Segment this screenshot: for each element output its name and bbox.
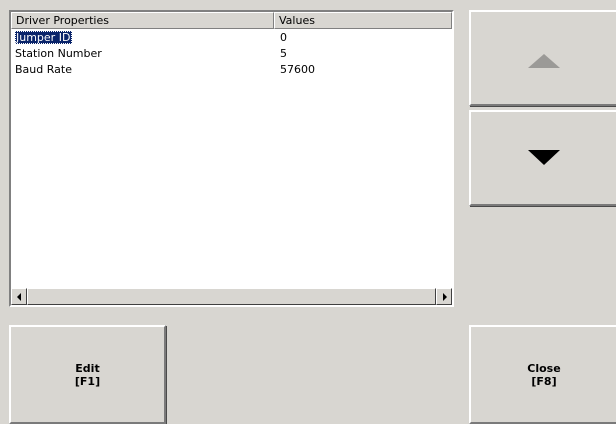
property-value: 5 bbox=[280, 47, 287, 60]
close-button-label: Close bbox=[527, 362, 561, 375]
column-header-values[interactable]: Values bbox=[274, 12, 452, 29]
scroll-down-button[interactable] bbox=[469, 110, 616, 206]
edit-button-text: Edit [F1] bbox=[11, 362, 164, 388]
close-button[interactable]: Close [F8] bbox=[469, 325, 616, 424]
scroll-left-button[interactable] bbox=[11, 288, 27, 305]
property-name: Baud Rate bbox=[15, 63, 72, 76]
edit-button-shortcut: [F1] bbox=[74, 375, 101, 388]
arrow-left-icon bbox=[17, 293, 21, 301]
arrow-right-icon bbox=[443, 293, 447, 301]
scroll-up-button[interactable] bbox=[469, 10, 616, 106]
property-value: 0 bbox=[280, 31, 287, 44]
column-header-values-label: Values bbox=[279, 14, 315, 27]
list-rows: Jumper ID 0 Station Number 5 Baud Rate 5… bbox=[11, 30, 452, 78]
list-row-jumper-id[interactable]: Jumper ID 0 bbox=[11, 30, 452, 46]
scroll-right-button[interactable] bbox=[436, 288, 452, 305]
selected-property-label: Jumper ID bbox=[15, 31, 73, 44]
list-row-baud-rate[interactable]: Baud Rate 57600 bbox=[11, 62, 452, 78]
scrollbar-track[interactable] bbox=[27, 288, 436, 305]
triangle-down-icon bbox=[528, 150, 560, 165]
list-header: Driver Properties Values bbox=[11, 12, 452, 29]
close-button-shortcut: [F8] bbox=[531, 375, 557, 388]
close-button-text: Close [F8] bbox=[471, 362, 616, 388]
property-name: Station Number bbox=[15, 47, 102, 60]
column-header-driver-properties[interactable]: Driver Properties bbox=[11, 12, 274, 29]
scrollbar-thumb[interactable] bbox=[27, 288, 436, 305]
list-row-station-number[interactable]: Station Number 5 bbox=[11, 46, 452, 62]
property-name: Jumper ID bbox=[15, 30, 73, 46]
edit-button-label: Edit bbox=[75, 362, 100, 375]
column-header-driver-properties-label: Driver Properties bbox=[16, 14, 109, 27]
edit-button[interactable]: Edit [F1] bbox=[9, 325, 166, 424]
horizontal-scrollbar[interactable] bbox=[11, 288, 452, 305]
driver-properties-list[interactable]: Driver Properties Values Jumper ID 0 Sta… bbox=[9, 10, 454, 307]
triangle-up-icon bbox=[528, 54, 560, 68]
property-value: 57600 bbox=[280, 63, 315, 76]
